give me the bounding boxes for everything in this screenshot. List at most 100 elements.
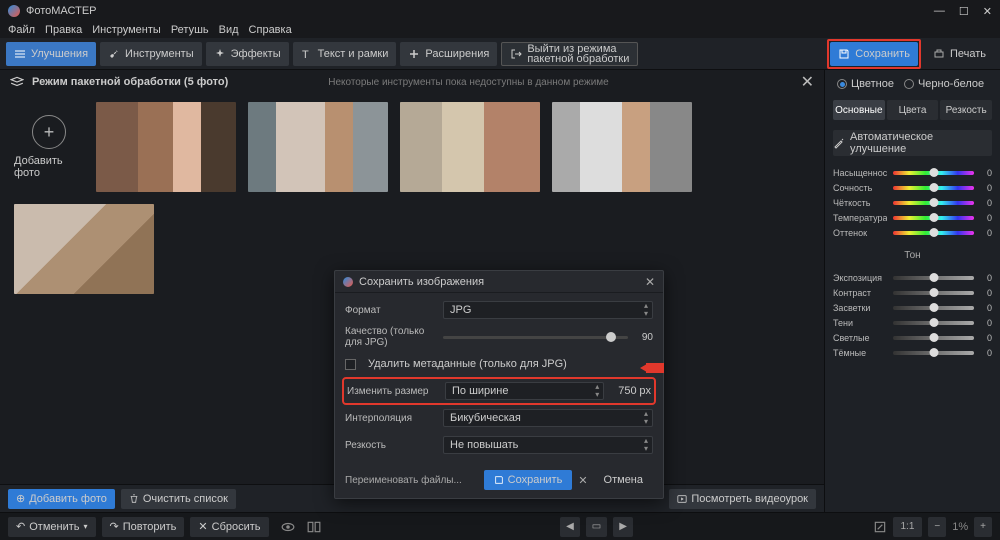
thumbnail[interactable] <box>14 204 154 294</box>
thumbnail-area: + Добавить фото Сохранить изображения ✕ … <box>0 94 824 484</box>
sliders-icon <box>14 48 26 60</box>
slider-value: 0 <box>980 348 992 358</box>
clear-list-button[interactable]: Очистить список <box>121 489 236 509</box>
save-button[interactable]: Сохранить <box>830 42 918 66</box>
print-button[interactable]: Печать <box>925 42 994 66</box>
eye-icon[interactable] <box>281 520 295 534</box>
close-window-icon[interactable]: ✕ <box>983 5 992 18</box>
minimize-icon[interactable]: — <box>934 5 945 18</box>
zoom-11-button[interactable]: 1:1 <box>893 517 923 537</box>
sidebar-tab-sharp[interactable]: Резкость <box>940 100 992 120</box>
add-photo-label: Добавить фото <box>14 155 84 179</box>
slider-label: Светлые <box>833 333 887 343</box>
save-highlight: Сохранить <box>827 39 921 69</box>
tab-improvements[interactable]: Улучшения <box>6 42 96 66</box>
watch-video-button[interactable]: Посмотреть видеоурок <box>669 489 816 509</box>
compare-icon[interactable] <box>307 520 321 534</box>
add-photo-tile[interactable]: + Добавить фото <box>14 102 84 192</box>
slider-track[interactable] <box>893 351 974 355</box>
chevron-down-icon: ▴▾ <box>644 302 648 318</box>
tab-tools[interactable]: Инструменты <box>100 42 202 66</box>
slider-value: 0 <box>980 288 992 298</box>
statusbar: ↶Отменить▾ ↷Повторить ✕Сбросить ◀ ▭ ▶ 1:… <box>0 512 1000 540</box>
nav-next-icon[interactable]: ▶ <box>613 517 633 537</box>
fit-icon[interactable] <box>873 520 887 534</box>
dialog-title: Сохранить изображения <box>359 276 484 288</box>
zoom-out-icon[interactable]: − <box>928 517 946 537</box>
add-photo-button[interactable]: ⊕Добавить фото <box>8 489 115 509</box>
thumbnail[interactable] <box>248 102 388 192</box>
slider-track[interactable] <box>893 291 974 295</box>
slider-track[interactable] <box>893 201 974 205</box>
thumbnail[interactable] <box>400 102 540 192</box>
titlebar: ФотоМАСТЕР — ☐ ✕ <box>0 0 1000 22</box>
slider-track[interactable] <box>893 276 974 280</box>
reset-button[interactable]: ✕Сбросить <box>190 517 268 537</box>
sidebar-tab-main[interactable]: Основные <box>833 100 885 120</box>
wand-icon <box>833 137 845 149</box>
slider-track[interactable] <box>893 336 974 340</box>
plus-circle-icon: + <box>32 115 66 149</box>
dialog-x-icon[interactable]: ✕ <box>578 474 587 487</box>
slider-track[interactable] <box>893 231 974 235</box>
slider-track[interactable] <box>893 186 974 190</box>
plus-icon <box>408 48 420 60</box>
slider-label: Сочность <box>833 183 887 193</box>
thumbnail[interactable] <box>552 102 692 192</box>
chevron-down-icon: ▴▾ <box>644 437 648 453</box>
slider-track[interactable] <box>893 321 974 325</box>
thumbnail[interactable] <box>96 102 236 192</box>
format-select[interactable]: JPG▴▾ <box>443 301 653 319</box>
sharp-select[interactable]: Не повышать▴▾ <box>443 436 653 454</box>
printer-icon <box>933 48 945 60</box>
batch-message: Некоторые инструменты пока недоступны в … <box>328 77 609 88</box>
exit-batch-button[interactable]: Выйти из режимапакетной обработки <box>501 42 638 66</box>
metadata-checkbox[interactable] <box>345 359 356 370</box>
format-label: Формат <box>345 305 435 316</box>
slider-label: Чёткость <box>833 198 887 208</box>
sidebar-tab-colors[interactable]: Цвета <box>887 100 939 120</box>
redo-button[interactable]: ↷Повторить <box>102 517 185 537</box>
radio-bw[interactable]: Черно-белое <box>904 78 984 90</box>
play-icon <box>677 494 687 504</box>
rename-link[interactable]: Переименовать файлы... <box>345 475 462 486</box>
slider-label: Засветки <box>833 303 887 313</box>
sparkle-icon <box>214 48 226 60</box>
radio-color[interactable]: Цветное <box>837 78 894 90</box>
interp-select[interactable]: Бикубическая▴▾ <box>443 409 653 427</box>
app-logo-icon <box>8 5 20 17</box>
menu-tools[interactable]: Инструменты <box>92 24 161 36</box>
slider-track[interactable] <box>893 306 974 310</box>
menu-edit[interactable]: Правка <box>45 24 82 36</box>
app-title: ФотоМАСТЕР <box>26 5 97 17</box>
dialog-save-button[interactable]: Сохранить <box>484 470 573 490</box>
slider-label: Тёмные <box>833 348 887 358</box>
sharp-label: Резкость <box>345 440 435 451</box>
menu-retouch[interactable]: Ретушь <box>171 24 209 36</box>
close-batch-icon[interactable]: ✕ <box>801 72 814 92</box>
nav-prev-icon[interactable]: ◀ <box>560 517 580 537</box>
menu-file[interactable]: Файл <box>8 24 35 36</box>
maximize-icon[interactable]: ☐ <box>959 5 969 18</box>
auto-enhance-button[interactable]: Автоматическое улучшение <box>833 130 992 156</box>
trash-icon <box>129 494 139 504</box>
slider-track[interactable] <box>893 216 974 220</box>
save-icon <box>494 475 504 485</box>
undo-button[interactable]: ↶Отменить▾ <box>8 517 96 537</box>
menu-view[interactable]: Вид <box>219 24 239 36</box>
tab-effects[interactable]: Эффекты <box>206 42 289 66</box>
tab-extensions[interactable]: Расширения <box>400 42 497 66</box>
tab-text-frames[interactable]: TТекст и рамки <box>293 42 397 66</box>
dialog-cancel-button[interactable]: Отмена <box>594 470 653 490</box>
metadata-label: Удалить метаданные (только для JPG) <box>368 358 567 370</box>
menu-help[interactable]: Справка <box>249 24 292 36</box>
slider-track[interactable] <box>893 171 974 175</box>
dialog-titlebar: Сохранить изображения ✕ <box>335 271 663 293</box>
dialog-close-icon[interactable]: ✕ <box>645 275 655 289</box>
quality-slider[interactable] <box>443 336 628 339</box>
folder-icon[interactable]: ▭ <box>586 517 607 537</box>
zoom-in-icon[interactable]: + <box>974 517 992 537</box>
resize-select[interactable]: По ширине▴▾ <box>445 382 604 400</box>
save-dialog: Сохранить изображения ✕ Формат JPG▴▾ Кач… <box>334 270 664 499</box>
slider-label: Оттенок <box>833 228 887 238</box>
